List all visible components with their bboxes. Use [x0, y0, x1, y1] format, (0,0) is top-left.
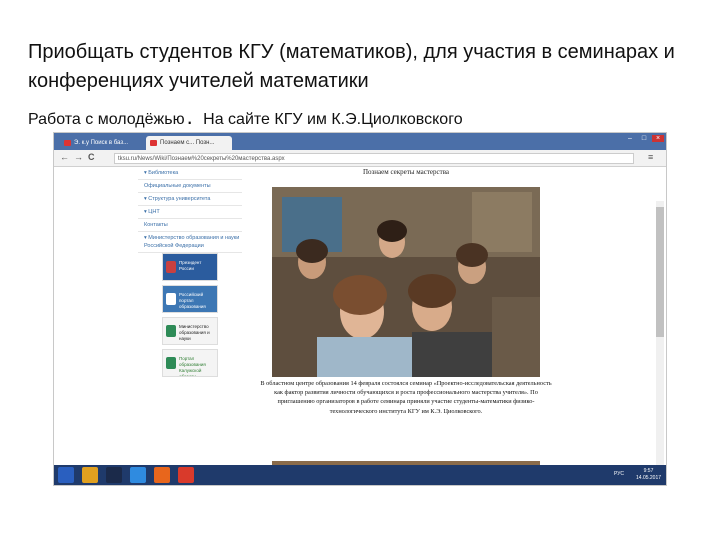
sidebar-item-contacts[interactable]: Контакты	[138, 219, 242, 232]
ministry-banner[interactable]: Министерство образования и науки	[162, 317, 218, 345]
browser-screenshot: Э. к.у Поиск в баз... Познаем с... Позн.…	[54, 133, 666, 485]
subtitle-right: На сайте КГУ им К.Э.Циолковского	[203, 111, 463, 128]
clock-time: 9:57	[643, 468, 654, 474]
article-body: В областном центре образования 14 феврал…	[260, 380, 552, 415]
sidebar: ▾ Библиотека Официальные документы ▾ Стр…	[138, 167, 242, 253]
sidebar-item-ministry[interactable]: ▾ Министерство образования и науки Росси…	[138, 232, 242, 253]
sidebar-item-documents[interactable]: Официальные документы	[138, 180, 242, 193]
arrow-right-icon[interactable]: →	[74, 152, 83, 163]
minimize-button[interactable]: –	[624, 135, 636, 142]
clock[interactable]: 9:57 14.05.2017	[636, 468, 661, 482]
tab-bar: Э. к.у Поиск в баз... Познаем с... Позн.…	[54, 133, 666, 150]
seminar-photo	[272, 187, 540, 377]
building-icon	[166, 293, 176, 305]
subtitle-dot: .	[186, 104, 193, 129]
ie-icon[interactable]	[130, 467, 146, 483]
chrome-icon[interactable]	[178, 467, 194, 483]
url-input[interactable]: tksu.ru/News/Wiki/Познаем%20секреты%20ма…	[114, 153, 634, 164]
menu-icon[interactable]: ≡	[648, 152, 653, 162]
scrollbar-thumb[interactable]	[656, 207, 664, 337]
clock-date: 14.05.2017	[636, 475, 662, 481]
tab-favicon-icon	[150, 140, 157, 146]
web-page: ▾ Библиотека Официальные документы ▾ Стр…	[54, 167, 666, 485]
browser-tab-1[interactable]: Э. к.у Поиск в баз...	[60, 136, 142, 150]
slide-title: Приобщать студентов КГУ (математиков), д…	[28, 41, 675, 92]
reload-icon[interactable]: C	[88, 152, 95, 163]
emblem-icon	[166, 357, 176, 369]
sidebar-item-structure[interactable]: ▾ Структура университета	[138, 193, 242, 206]
close-button[interactable]: ×	[652, 135, 664, 142]
firefox-icon[interactable]	[154, 467, 170, 483]
address-bar: ← → C tksu.ru/News/Wiki/Познаем%20секрет…	[54, 150, 666, 167]
subtitle-left: Работа с молодёжью	[28, 111, 185, 128]
president-banner[interactable]: Президент России	[162, 253, 218, 281]
sidebar-item-cnt[interactable]: ▾ ЦНТ	[138, 206, 242, 219]
language-indicator[interactable]: РУС	[614, 471, 624, 477]
photoshop-icon[interactable]	[106, 467, 122, 483]
banner-list: Президент России Российский портал образ…	[162, 253, 218, 381]
emblem-icon	[166, 325, 176, 337]
tab-favicon-icon	[64, 140, 71, 146]
browser-tab-2[interactable]: Познаем с... Позн...	[146, 136, 232, 150]
windows-icon[interactable]	[58, 467, 74, 483]
article-title: Познаем секреты мастерства	[362, 168, 450, 176]
maximize-button[interactable]: □	[638, 135, 650, 142]
regional-portal-banner[interactable]: Портал образования Калужской области	[162, 349, 218, 377]
students-photo-image	[272, 187, 540, 377]
sidebar-item-library[interactable]: ▾ Библиотека	[138, 167, 242, 180]
slide-subtitle: Работа с молодёжью. На сайте КГУ им К.Э.…	[28, 104, 708, 130]
taskbar: РУС 9:57 14.05.2017	[54, 465, 666, 485]
education-portal-banner[interactable]: Российский портал образования	[162, 285, 218, 313]
emblem-icon	[166, 261, 176, 273]
explorer-icon[interactable]	[82, 467, 98, 483]
arrow-left-icon[interactable]: ←	[60, 152, 69, 163]
